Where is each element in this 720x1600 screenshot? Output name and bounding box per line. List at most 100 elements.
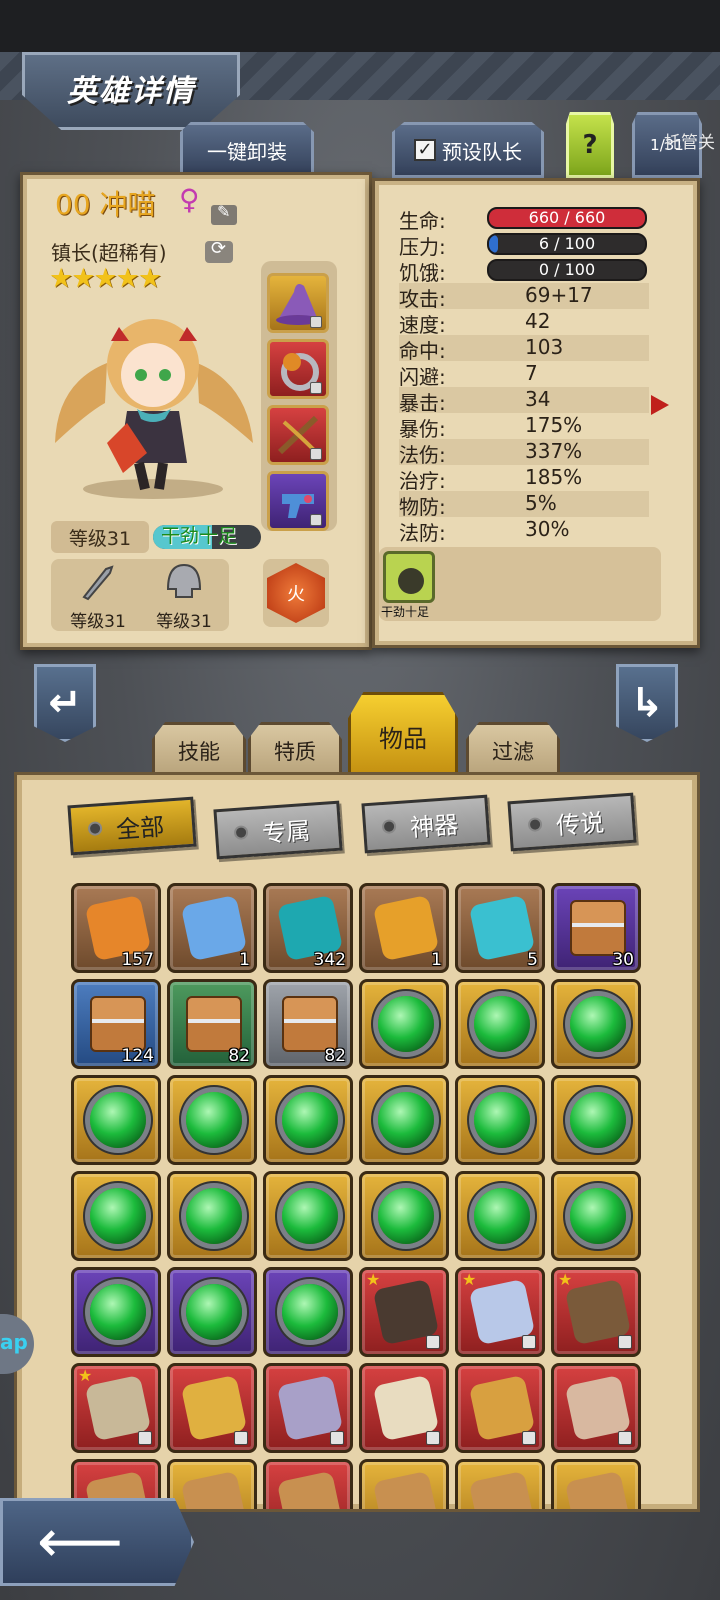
hero-portrait bbox=[55, 319, 253, 499]
stat-value: 42 bbox=[525, 309, 551, 333]
inventory-item-slot[interactable] bbox=[359, 1171, 449, 1261]
weapon-level: 等级31 bbox=[70, 612, 126, 632]
stats-expand-arrow-icon[interactable] bbox=[651, 395, 669, 415]
item-count: 82 bbox=[324, 1046, 346, 1066]
inventory-item-slot[interactable]: 342 bbox=[263, 883, 353, 973]
status-bar bbox=[0, 0, 720, 52]
gem-icon bbox=[282, 1092, 338, 1148]
inventory-item-slot[interactable] bbox=[71, 1075, 161, 1165]
inventory-item-slot[interactable] bbox=[551, 1075, 641, 1165]
preset-leader-button[interactable]: ✓ 预设队长 bbox=[392, 122, 544, 178]
weapon-gear[interactable]: 等级31 bbox=[55, 559, 141, 632]
inventory-item-slot[interactable]: 82 bbox=[167, 979, 257, 1069]
filter-exclusive-button[interactable]: 专属 bbox=[213, 800, 343, 860]
inventory-item-slot[interactable]: 1 bbox=[359, 883, 449, 973]
inventory-item-slot[interactable]: ★ bbox=[551, 1267, 641, 1357]
auto-toggle-label[interactable]: 托管关 bbox=[664, 128, 715, 153]
inventory-item-slot[interactable]: 82 bbox=[263, 979, 353, 1069]
unequip-all-button[interactable]: 一键卸装 bbox=[180, 122, 314, 178]
inventory-item-slot[interactable] bbox=[359, 1363, 449, 1453]
potion-icon bbox=[468, 894, 536, 962]
gem-icon bbox=[378, 1092, 434, 1148]
inventory-item-slot[interactable] bbox=[455, 1075, 545, 1165]
trait-icon[interactable] bbox=[383, 551, 435, 603]
inventory-item-slot[interactable] bbox=[359, 979, 449, 1069]
armor-level: 等级31 bbox=[156, 612, 212, 632]
inventory-item-slot[interactable] bbox=[167, 1171, 257, 1261]
inventory-item-slot[interactable] bbox=[551, 1171, 641, 1261]
fire-element-icon[interactable]: 火 bbox=[267, 563, 325, 623]
inventory-item-slot[interactable]: 1 bbox=[167, 883, 257, 973]
inventory-item-slot[interactable] bbox=[263, 1171, 353, 1261]
inventory-item-slot[interactable]: ★ bbox=[71, 1363, 161, 1453]
equipment-slots bbox=[261, 261, 337, 531]
inventory-item-slot[interactable]: ★ bbox=[455, 1267, 545, 1357]
filter-all-button[interactable]: 全部 bbox=[67, 796, 197, 856]
helmet-icon bbox=[166, 563, 202, 598]
inventory-item-slot[interactable] bbox=[455, 1171, 545, 1261]
inventory-item-slot[interactable] bbox=[263, 1459, 353, 1509]
gem-icon bbox=[90, 1284, 146, 1340]
crossbow-equipment-slot[interactable] bbox=[267, 405, 329, 465]
trait-box: 干劲十足 bbox=[379, 547, 661, 621]
chest-icon bbox=[570, 900, 626, 956]
inventory-item-slot[interactable] bbox=[167, 1459, 257, 1509]
inventory-item-slot[interactable] bbox=[167, 1363, 257, 1453]
gem-icon bbox=[282, 1284, 338, 1340]
inventory-item-slot[interactable] bbox=[455, 979, 545, 1069]
inventory-item-slot[interactable] bbox=[167, 1075, 257, 1165]
inventory-item-slot[interactable]: 5 bbox=[455, 883, 545, 973]
inventory-item-slot[interactable] bbox=[359, 1075, 449, 1165]
inventory-item-slot[interactable] bbox=[551, 1363, 641, 1453]
help-button[interactable]: ? bbox=[566, 112, 614, 178]
stat-label: 速度: bbox=[399, 313, 446, 337]
radio-dot-icon bbox=[527, 817, 543, 833]
lock-icon bbox=[618, 1431, 632, 1445]
checkbox-icon[interactable]: ✓ bbox=[414, 139, 436, 161]
filter-artifact-button[interactable]: 神器 bbox=[361, 794, 491, 854]
inventory-item-slot[interactable]: 157 bbox=[71, 883, 161, 973]
inventory-item-slot[interactable] bbox=[263, 1267, 353, 1357]
inventory-item-slot[interactable] bbox=[551, 1459, 641, 1509]
stat-value: 34 bbox=[525, 387, 551, 411]
gem-icon bbox=[570, 1092, 626, 1148]
hero-panel: 00 冲喵 ♀ 镇长(超稀有) ★★★★★ bbox=[20, 172, 372, 650]
gun-equipment-slot[interactable] bbox=[267, 471, 329, 531]
ring-equipment-slot[interactable] bbox=[267, 339, 329, 399]
inventory-item-slot[interactable] bbox=[263, 1075, 353, 1165]
stat-row: 攻击: 69+17 bbox=[399, 283, 649, 311]
gem-icon bbox=[570, 996, 626, 1052]
gem-icon bbox=[474, 1092, 530, 1148]
trait-label: 干劲十足 bbox=[381, 605, 430, 619]
inventory-item-slot[interactable]: ★ bbox=[359, 1267, 449, 1357]
edit-name-icon[interactable] bbox=[211, 202, 237, 225]
change-class-icon[interactable] bbox=[205, 238, 233, 263]
inventory-item-slot[interactable] bbox=[455, 1363, 545, 1453]
back-button[interactable]: ⟵ bbox=[0, 1498, 194, 1586]
inventory-item-slot[interactable] bbox=[263, 1363, 353, 1453]
filter-legendary-button[interactable]: 传说 bbox=[507, 792, 637, 852]
stat-label: 闪避: bbox=[399, 365, 446, 389]
next-hero-button[interactable]: ↳ bbox=[616, 664, 678, 742]
radio-dot-icon bbox=[87, 821, 103, 837]
inventory-item-slot[interactable] bbox=[551, 979, 641, 1069]
tab-items[interactable]: 物品 bbox=[348, 692, 458, 780]
inventory-item-slot[interactable] bbox=[359, 1459, 449, 1509]
previous-hero-button[interactable]: ↵ bbox=[34, 664, 96, 742]
filter-label: 神器 bbox=[409, 810, 460, 842]
inventory-item-slot[interactable] bbox=[455, 1459, 545, 1509]
stat-label: 生命: bbox=[399, 209, 446, 233]
inventory-item-slot[interactable]: 30 bbox=[551, 883, 641, 973]
armor-gear[interactable]: 等级31 bbox=[141, 559, 227, 632]
inventory-item-slot[interactable] bbox=[167, 1267, 257, 1357]
hat-equipment-slot[interactable] bbox=[267, 273, 329, 333]
gem-icon bbox=[378, 1188, 434, 1244]
stat-row: 闪避: 7 bbox=[399, 361, 649, 389]
stat-bar-value: 6 / 100 bbox=[538, 234, 596, 253]
inventory-item-slot[interactable] bbox=[71, 1267, 161, 1357]
gem-icon bbox=[378, 996, 434, 1052]
inventory-item-slot[interactable] bbox=[71, 1171, 161, 1261]
stat-value: 30% bbox=[525, 517, 570, 541]
inventory-item-slot[interactable]: 124 bbox=[71, 979, 161, 1069]
stat-label: 法伤: bbox=[399, 443, 446, 467]
